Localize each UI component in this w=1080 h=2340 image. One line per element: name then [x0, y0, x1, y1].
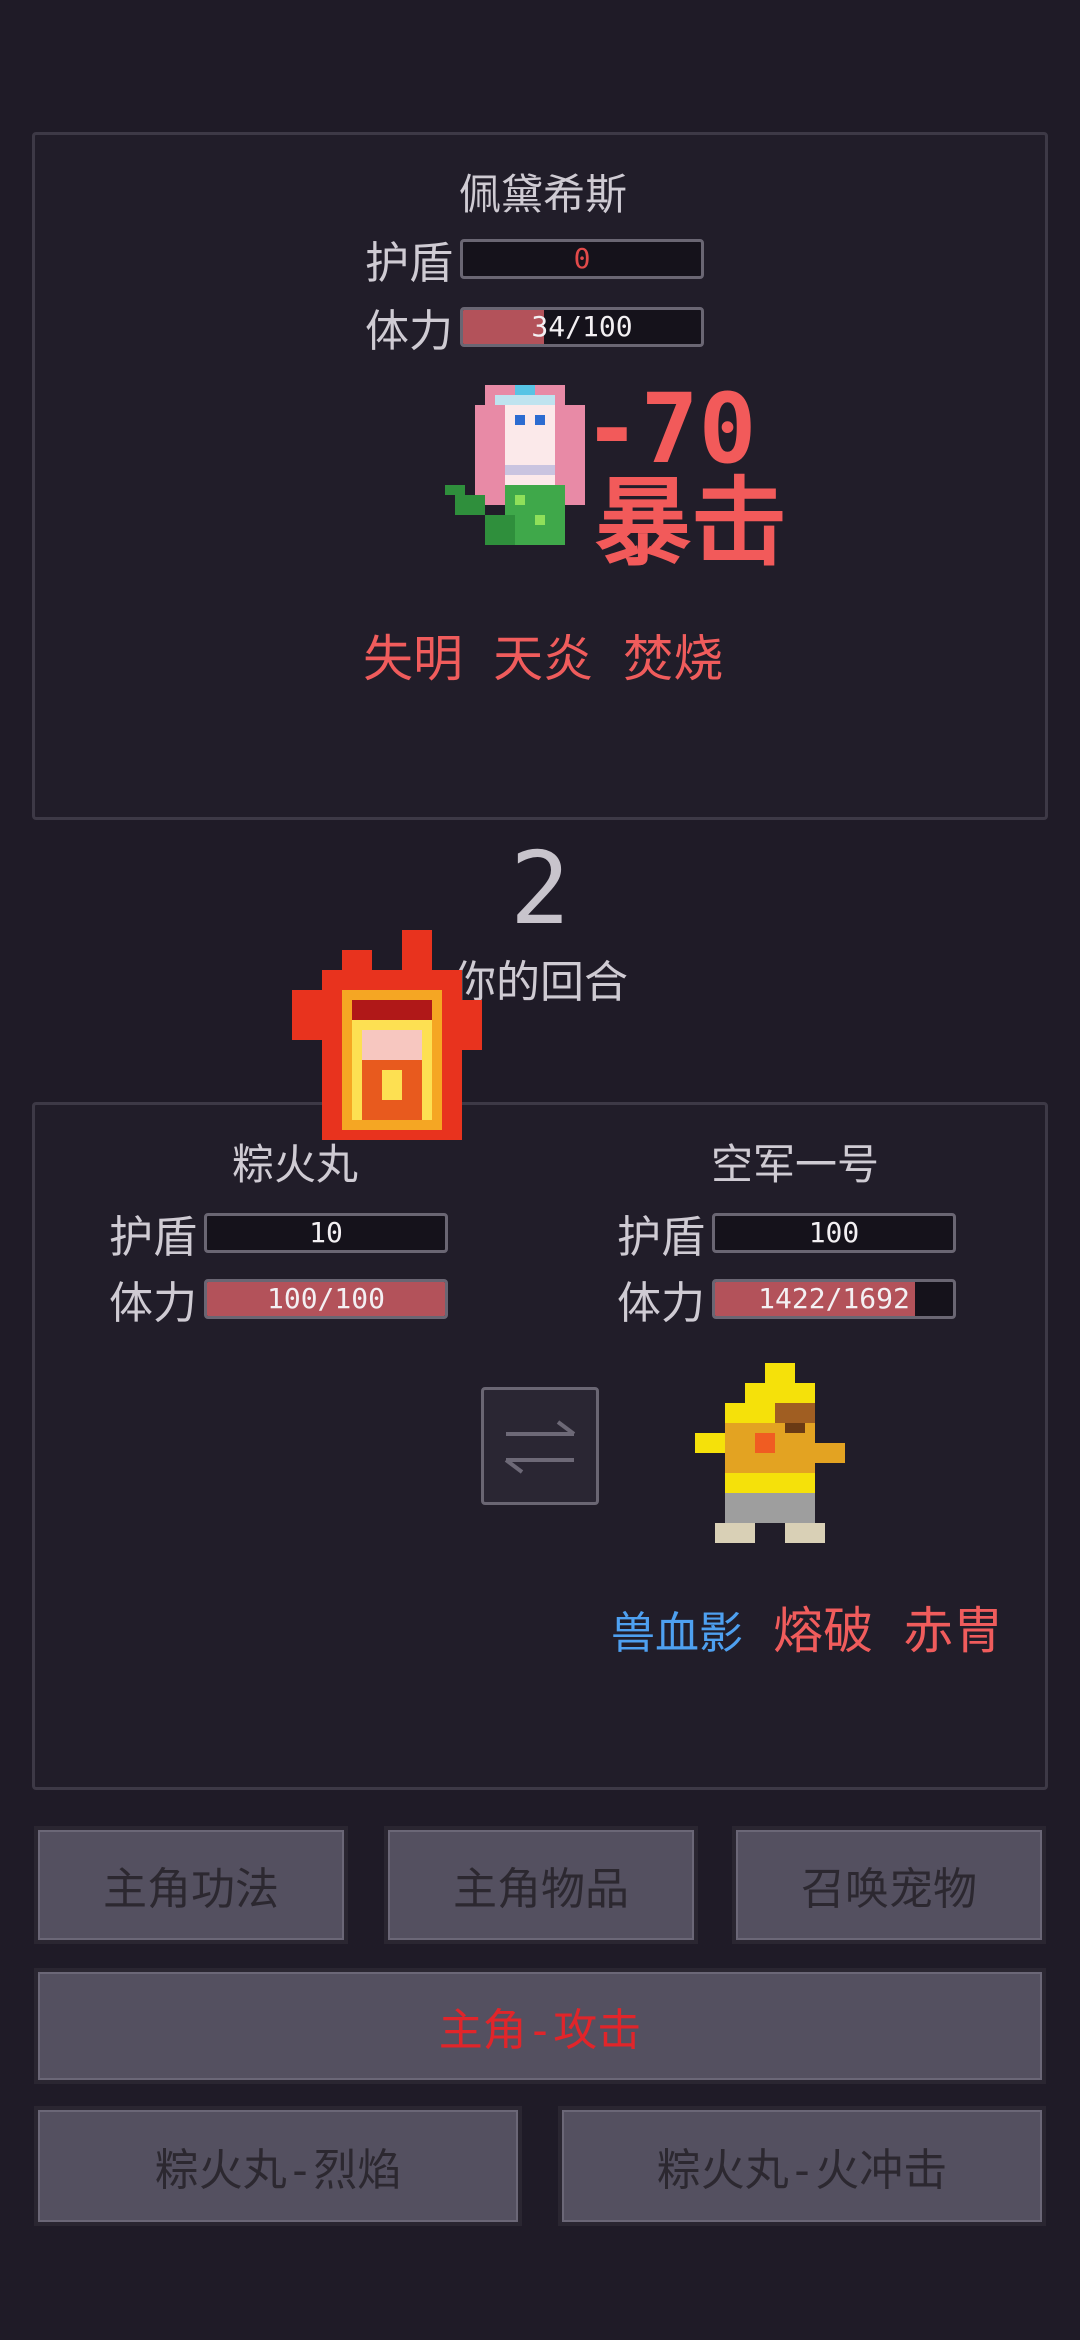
swap-arrows-icon: [504, 1420, 576, 1474]
pet-hp-row: 体力 100/100: [109, 1267, 448, 1331]
hero-skills-button[interactable]: 主角功法: [34, 1826, 348, 1944]
hero-shield-bar: 100: [712, 1213, 956, 1253]
enemy-shield-row: 护盾 0: [365, 227, 704, 291]
effect-beast-blood: 兽血影: [611, 1608, 743, 1659]
damage-number: -70: [583, 373, 757, 485]
enemy-shield-value: 0: [573, 242, 591, 275]
pet-shield-label: 护盾: [109, 1212, 197, 1263]
enemy-hp-bar: 34/100: [460, 307, 704, 347]
hero-shield-label: 护盾: [617, 1212, 705, 1263]
swap-button[interactable]: [481, 1387, 599, 1505]
turn-text: 你的回合: [452, 957, 628, 1008]
effect-burn: 焚烧: [623, 630, 724, 688]
enemy-hp-row: 体力 34/100: [365, 295, 704, 359]
pet-shield-row: 护盾 10: [109, 1201, 448, 1265]
hero-items-button[interactable]: 主角物品: [384, 1826, 698, 1944]
pet-flame-skill-button[interactable]: 粽火丸-烈焰: [34, 2106, 522, 2226]
enemy-hp-value: 34/100: [531, 310, 633, 343]
hero-hp-value: 1422/1692: [758, 1282, 910, 1315]
turn-number: 2: [509, 830, 571, 947]
summon-pet-button[interactable]: 召唤宠物: [732, 1826, 1046, 1944]
player-panel: 粽火丸 护盾 10 体力 100/100 空军一号 护盾 100 体力 1422…: [32, 1102, 1048, 1790]
crit-text: 暴击: [595, 467, 787, 579]
hero-effects: 兽血影 熔破 赤冑: [611, 1591, 1003, 1663]
hero-sprite: [695, 1363, 845, 1543]
pet-shield-value: 10: [309, 1216, 343, 1249]
pet-hp-bar: 100/100: [204, 1279, 448, 1319]
hero-shield-row: 护盾 100: [617, 1201, 956, 1265]
hero-hp-row: 体力 1422/1692: [617, 1267, 956, 1331]
pet-hp-label: 体力: [109, 1278, 197, 1329]
enemy-shield-bar: 0: [460, 239, 704, 279]
enemy-shield-label: 护盾: [365, 238, 453, 289]
effect-red-helm: 赤冑: [903, 1602, 1004, 1660]
flame-pet-sprite: [292, 930, 482, 1140]
hero-name: 空军一号: [710, 1140, 879, 1189]
effect-melt: 熔破: [773, 1602, 874, 1660]
enemy-hp-label: 体力: [365, 306, 453, 357]
hero-attack-button[interactable]: 主角-攻击: [34, 1968, 1046, 2084]
effect-sky-flame: 天炎: [493, 630, 594, 688]
enemy-panel: 佩黛希斯 护盾 0 体力 34/100 -70 暴击 失明 天炎 焚烧: [32, 132, 1048, 820]
enemy-name: 佩黛希斯: [458, 170, 627, 219]
hero-hp-label: 体力: [617, 1278, 705, 1329]
pet-shield-bar: 10: [204, 1213, 448, 1253]
pet-fire-charge-button[interactable]: 粽火丸-火冲击: [558, 2106, 1046, 2226]
hero-shield-value: 100: [808, 1216, 860, 1249]
hero-hp-bar: 1422/1692: [712, 1279, 956, 1319]
enemy-effects: 失明 天炎 焚烧: [363, 619, 723, 691]
effect-blind: 失明: [363, 630, 463, 688]
pet-hp-value: 100/100: [266, 1282, 385, 1315]
